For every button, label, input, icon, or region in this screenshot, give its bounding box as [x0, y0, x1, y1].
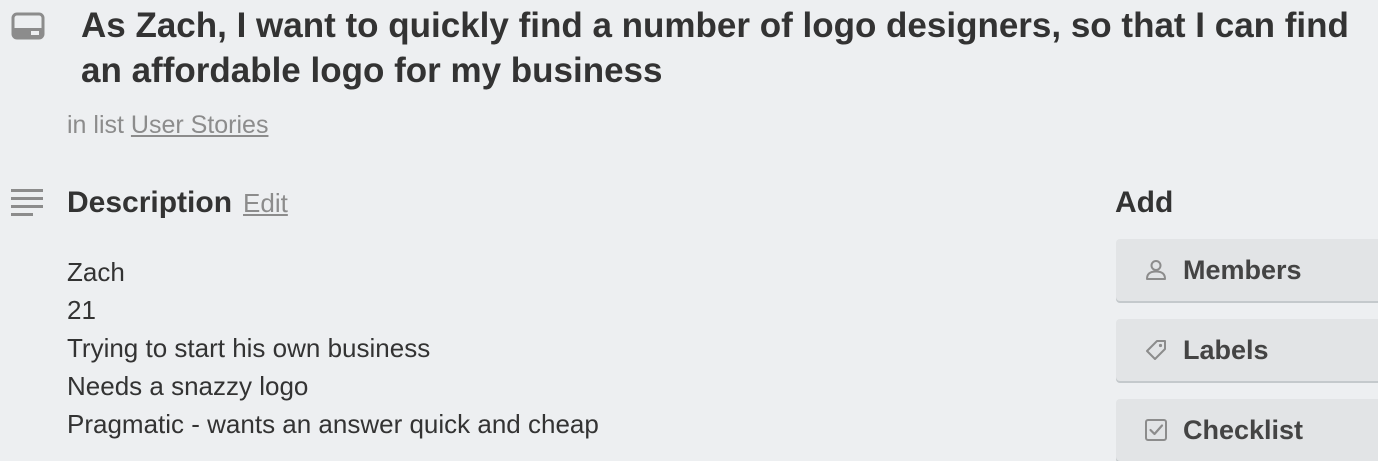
- description-icon: [11, 189, 43, 216]
- members-button-label: Members: [1183, 254, 1302, 285]
- checkbox-icon: [1145, 419, 1167, 441]
- in-list-prefix: in list: [67, 111, 124, 139]
- description-header: Description Edit: [67, 184, 288, 222]
- in-list-line: in list User Stories: [67, 109, 268, 141]
- description-body: Zach 21 Trying to start his own business…: [67, 253, 599, 443]
- list-name-link[interactable]: User Stories: [131, 111, 269, 139]
- description-heading: Description: [67, 186, 233, 219]
- add-heading: Add: [1115, 186, 1174, 219]
- members-button[interactable]: Members: [1116, 239, 1378, 301]
- tag-icon: [1146, 340, 1166, 360]
- labels-button[interactable]: Labels: [1116, 319, 1378, 381]
- card-icon: [11, 12, 45, 40]
- checklist-button[interactable]: Checklist: [1116, 399, 1378, 461]
- description-line: Pragmatic - wants an answer quick and ch…: [67, 409, 599, 439]
- checklist-button-label: Checklist: [1183, 414, 1304, 445]
- card-title: As Zach, I want to quickly find a number…: [81, 6, 1349, 90]
- description-edit-link[interactable]: Edit: [243, 184, 288, 222]
- person-icon: [1146, 260, 1166, 280]
- description-line: 21: [67, 295, 96, 325]
- description-line: Zach: [67, 257, 125, 287]
- description-line: Needs a snazzy logo: [67, 371, 309, 401]
- description-line: Trying to start his own business: [67, 333, 431, 363]
- labels-button-label: Labels: [1183, 334, 1269, 365]
